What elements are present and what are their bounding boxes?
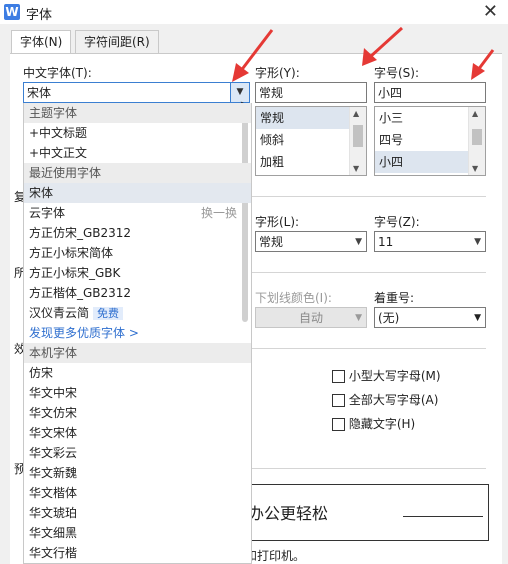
red-arrow-icon [471,49,495,80]
red-arrow-icon [232,29,274,82]
annotation-layer [232,26,495,82]
red-arrow-icon [362,26,404,66]
